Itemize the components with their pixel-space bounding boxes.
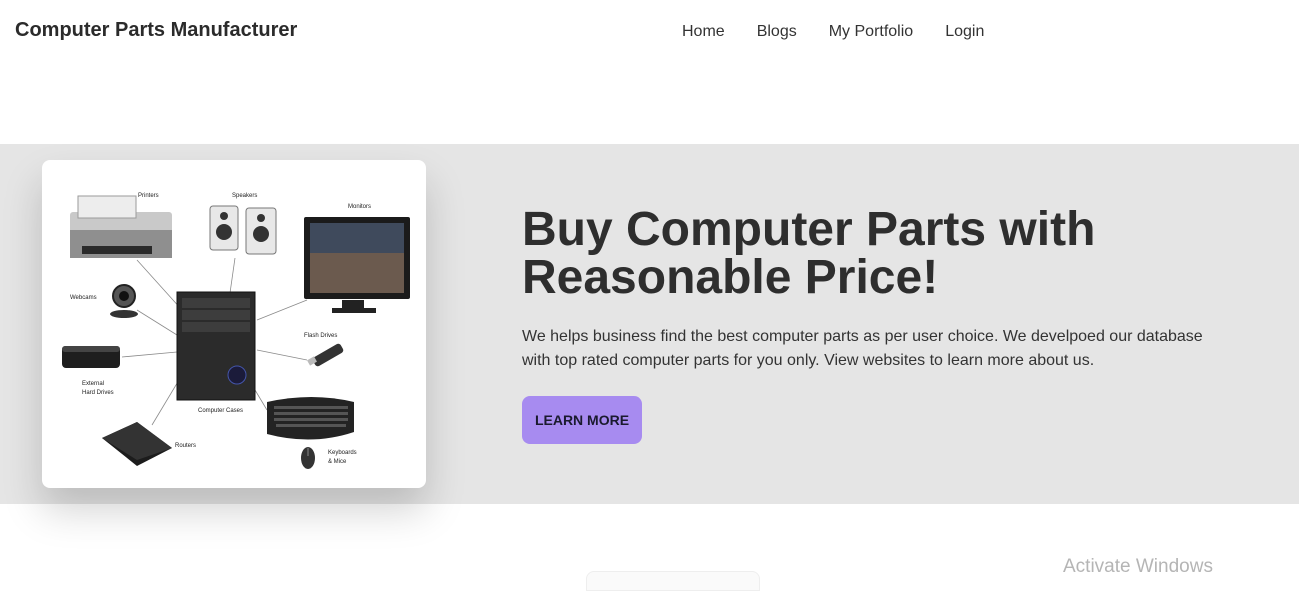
label-speakers: Speakers: [232, 193, 257, 199]
nav-blogs[interactable]: Blogs: [741, 22, 813, 42]
hero-image-card: Printers Speakers Monitors Webcams Compu…: [42, 160, 426, 488]
nav-my-portfolio[interactable]: My Portfolio: [813, 22, 929, 42]
printer-icon: [70, 195, 172, 258]
external-hard-drive-icon: [62, 346, 120, 368]
monitor-icon: [304, 217, 410, 313]
flash-drive-icon: [307, 343, 344, 367]
label-webcams: Webcams: [70, 295, 97, 301]
hero-title: Buy Computer Parts with Reasonable Price…: [522, 203, 1096, 304]
label-keyboards-1: Keyboards: [328, 450, 357, 456]
hero-description: We helps business find the best computer…: [522, 328, 1203, 369]
activate-windows-watermark: Activate Windows: [1063, 556, 1213, 577]
nav-home[interactable]: Home: [666, 22, 741, 42]
webcam-icon: [110, 284, 138, 318]
speakers-icon: [209, 205, 277, 255]
computer-case-icon: [176, 291, 256, 401]
nav-links: Home Blogs My Portfolio Login: [666, 22, 1000, 42]
brand-logo-text[interactable]: Computer Parts Manufacturer: [15, 19, 297, 42]
router-icon: [102, 422, 172, 466]
label-printers: Printers: [138, 193, 159, 199]
nav-login[interactable]: Login: [929, 22, 1000, 42]
learn-more-button[interactable]: LEARN MORE: [522, 396, 642, 444]
label-routers: Routers: [175, 443, 196, 449]
section-card-top: [586, 571, 760, 591]
navbar: Computer Parts Manufacturer Home Blogs M…: [0, 0, 1299, 66]
keyboard-icon: [267, 397, 354, 440]
label-flash-drives: Flash Drives: [304, 333, 337, 339]
label-keyboards-2: & Mice: [328, 459, 347, 465]
hero-section: Printers Speakers Monitors Webcams Compu…: [0, 144, 1299, 504]
label-external-hd-2: Hard Drives: [82, 390, 114, 396]
label-external-hd-1: External: [82, 381, 104, 387]
label-monitors: Monitors: [348, 204, 371, 210]
mouse-icon: [301, 447, 315, 469]
label-computer-cases: Computer Cases: [198, 408, 243, 414]
computer-parts-illustration: Printers Speakers Monitors Webcams Compu…: [62, 193, 410, 469]
